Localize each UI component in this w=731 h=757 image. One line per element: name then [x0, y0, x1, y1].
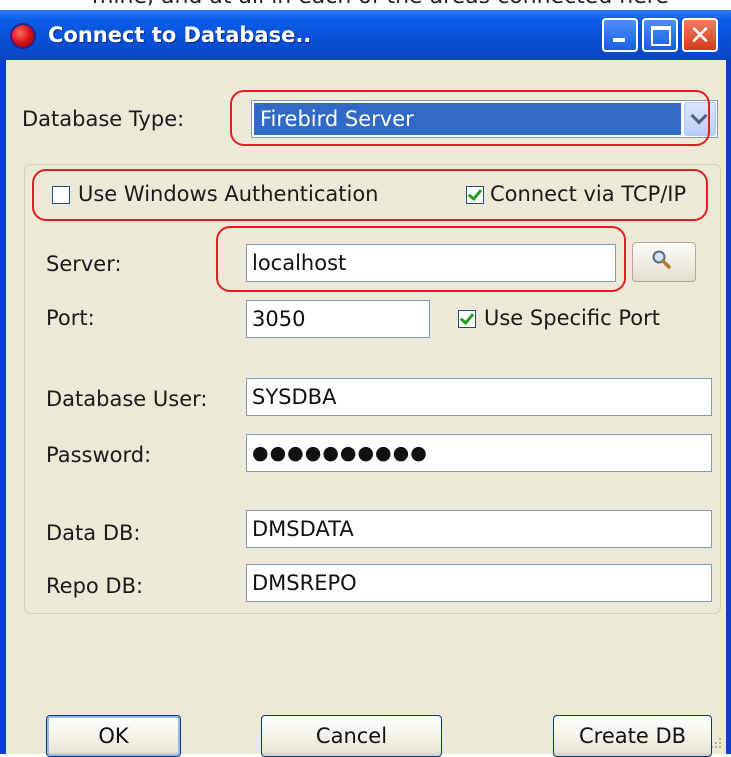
database-type-value: Firebird Server [254, 103, 681, 135]
port-label: Port: [46, 306, 95, 330]
database-type-label: Database Type: [22, 107, 185, 131]
app-icon [10, 23, 36, 49]
connect-tcpip-label[interactable]: Connect via TCP/IP [490, 180, 686, 208]
minimize-icon [613, 38, 625, 42]
server-input[interactable]: localhost [246, 244, 616, 282]
background-text: mine, and at all in each of the areas co… [92, 0, 731, 8]
connect-dialog: Connect to Database.. ✕ Database Type: F… [0, 10, 731, 757]
data-db-label: Data DB: [46, 521, 141, 545]
port-input[interactable]: 3050 [246, 300, 430, 338]
database-user-input[interactable]: SYSDBA [246, 378, 712, 416]
connect-tcpip-checkbox[interactable] [466, 186, 484, 204]
password-label: Password: [46, 443, 152, 467]
dialog-body: Database Type: Firebird Server Use Windo… [6, 60, 726, 754]
use-specific-port-label[interactable]: Use Specific Port [484, 304, 660, 332]
chevron-down-icon [690, 107, 708, 125]
use-windows-auth-label[interactable]: Use Windows Authentication [78, 180, 378, 208]
repo-db-input[interactable]: DMSREPO [246, 564, 712, 602]
database-user-label: Database User: [46, 387, 208, 411]
title-bar[interactable]: Connect to Database.. ✕ [0, 10, 731, 60]
repo-db-label: Repo DB: [46, 574, 144, 598]
password-input[interactable]: ●●●●●●●●●● [246, 434, 712, 472]
data-db-input[interactable]: DMSDATA [246, 510, 712, 548]
ok-button[interactable]: OK [46, 715, 181, 757]
server-label: Server: [46, 252, 122, 276]
create-db-button[interactable]: Create DB [553, 715, 712, 757]
close-button[interactable]: ✕ [682, 18, 718, 52]
search-icon [652, 250, 671, 269]
maximize-icon [651, 26, 671, 46]
maximize-button[interactable] [642, 18, 678, 52]
close-icon: ✕ [689, 21, 711, 51]
dropdown-arrow-button[interactable] [684, 102, 716, 136]
minimize-button[interactable] [602, 18, 638, 52]
browse-server-button[interactable] [632, 242, 696, 282]
cancel-button[interactable]: Cancel [261, 715, 442, 757]
use-windows-auth-checkbox[interactable] [52, 186, 70, 204]
database-type-select[interactable]: Firebird Server [251, 100, 718, 138]
window-title: Connect to Database.. [48, 23, 312, 47]
use-specific-port-checkbox[interactable] [458, 310, 476, 328]
